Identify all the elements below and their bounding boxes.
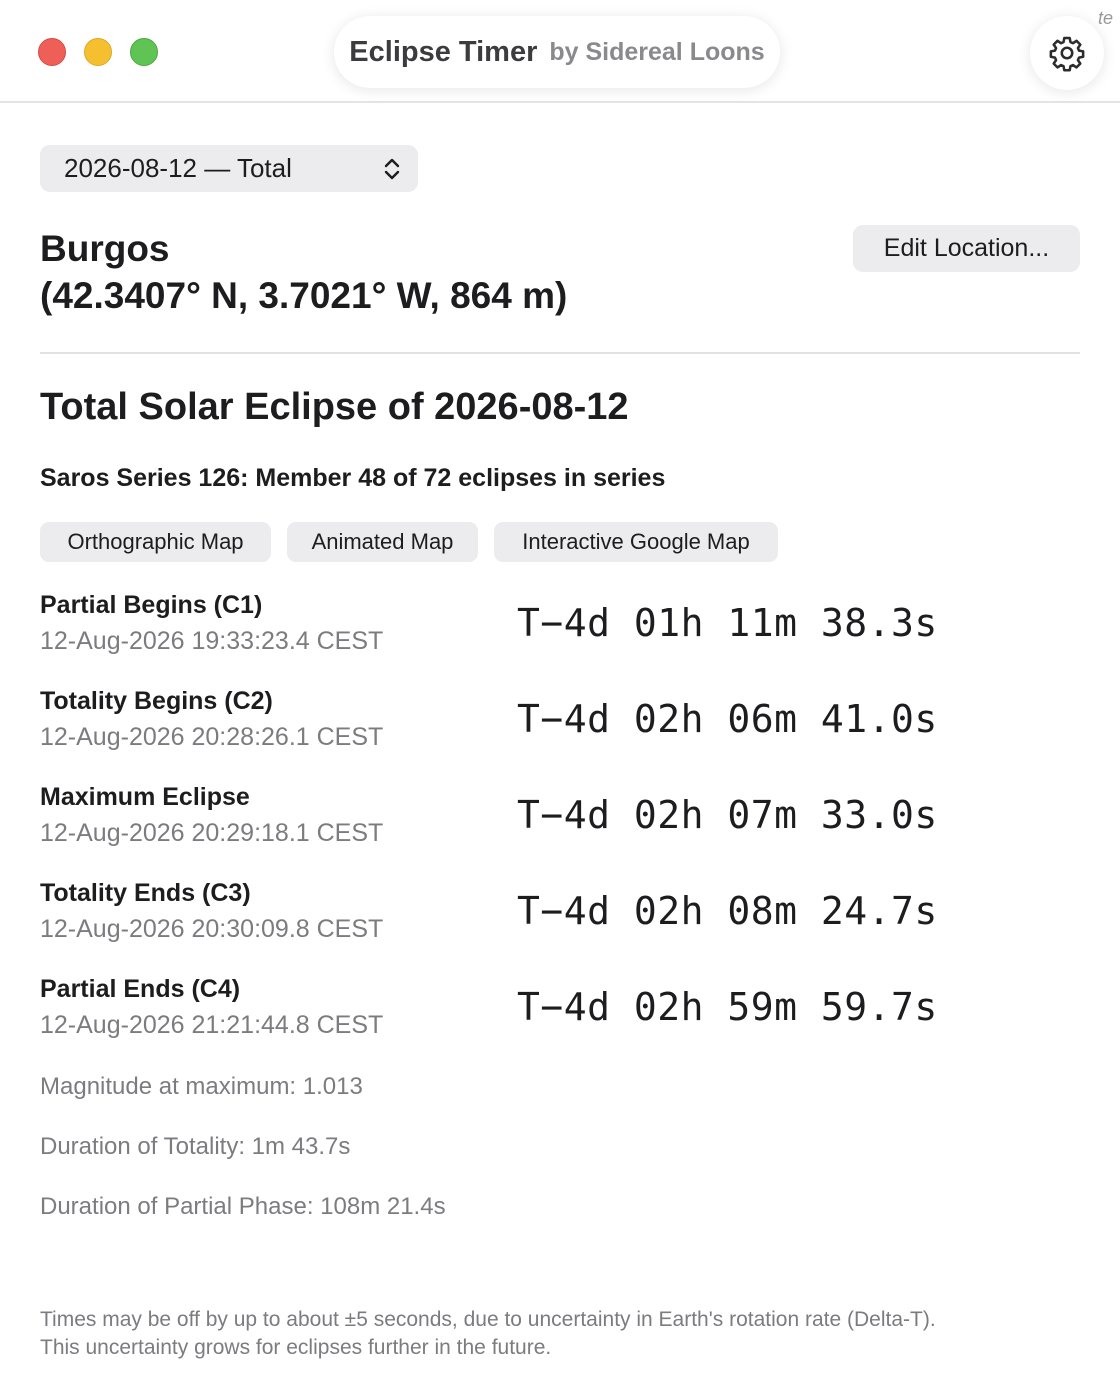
- edit-location-button[interactable]: Edit Location...: [853, 225, 1080, 272]
- event-countdown: T−4d 02h 07m 33.0s: [517, 793, 938, 837]
- animated-map-button[interactable]: Animated Map: [287, 522, 478, 562]
- location-coordinates: (42.3407° N, 3.7021° W, 864 m): [40, 275, 568, 316]
- close-window-button[interactable]: [38, 38, 66, 66]
- event-time: 12-Aug-2026 21:21:44.8 CEST: [40, 1011, 384, 1039]
- eclipse-title: Total Solar Eclipse of 2026-08-12: [40, 386, 629, 428]
- location-name: Burgos: [40, 228, 170, 269]
- footnote: Times may be off by up to about ±5 secon…: [40, 1306, 1080, 1362]
- event-row: Partial Begins (C1) 12-Aug-2026 19:33:23…: [40, 591, 1080, 671]
- magnitude-stat: Magnitude at maximum: 1.013: [40, 1073, 363, 1100]
- event-countdown: T−4d 02h 08m 24.7s: [517, 889, 938, 933]
- google-map-button[interactable]: Interactive Google Map: [494, 522, 778, 562]
- title-bar: Eclipse Timer by Sidereal Loons te: [0, 0, 1120, 103]
- settings-button[interactable]: [1030, 16, 1104, 90]
- gear-icon: [1049, 36, 1085, 72]
- totality-duration-stat: Duration of Totality: 1m 43.7s: [40, 1133, 351, 1160]
- event-time: 12-Aug-2026 20:29:18.1 CEST: [40, 819, 384, 847]
- event-name: Maximum Eclipse: [40, 783, 250, 811]
- app-subtitle: by Sidereal Loons: [549, 37, 765, 66]
- event-time: 12-Aug-2026 20:28:26.1 CEST: [40, 723, 384, 751]
- footnote-line: This uncertainty grows for eclipses furt…: [40, 1336, 552, 1359]
- event-countdown: T−4d 02h 59m 59.7s: [517, 985, 938, 1029]
- event-row: Partial Ends (C4) 12-Aug-2026 21:21:44.8…: [40, 975, 1080, 1055]
- maximize-window-button[interactable]: [130, 38, 158, 66]
- orthographic-map-button[interactable]: Orthographic Map: [40, 522, 271, 562]
- event-countdown: T−4d 02h 06m 41.0s: [517, 697, 938, 741]
- event-row: Totality Begins (C2) 12-Aug-2026 20:28:2…: [40, 687, 1080, 767]
- background-window-text: te: [1098, 8, 1114, 28]
- window-title: Eclipse Timer by Sidereal Loons: [334, 16, 780, 88]
- eclipse-select[interactable]: 2026-08-12 — Total: [40, 145, 418, 192]
- event-time: 12-Aug-2026 19:33:23.4 CEST: [40, 627, 384, 655]
- event-countdown: T−4d 01h 11m 38.3s: [517, 601, 938, 645]
- event-name: Partial Ends (C4): [40, 975, 241, 1003]
- event-row: Totality Ends (C3) 12-Aug-2026 20:30:09.…: [40, 879, 1080, 959]
- partial-duration-stat: Duration of Partial Phase: 108m 21.4s: [40, 1193, 446, 1220]
- chevron-updown-icon: [384, 158, 400, 180]
- app-window: Eclipse Timer by Sidereal Loons te 2026-…: [0, 0, 1120, 1400]
- saros-series: Saros Series 126: Member 48 of 72 eclips…: [40, 464, 666, 492]
- event-name: Totality Ends (C3): [40, 879, 251, 907]
- section-divider: [40, 352, 1080, 354]
- event-name: Totality Begins (C2): [40, 687, 273, 715]
- event-name: Partial Begins (C1): [40, 591, 263, 619]
- event-time: 12-Aug-2026 20:30:09.8 CEST: [40, 915, 384, 943]
- eclipse-select-value: 2026-08-12 — Total: [64, 153, 292, 183]
- event-row: Maximum Eclipse 12-Aug-2026 20:29:18.1 C…: [40, 783, 1080, 863]
- footnote-line: Times may be off by up to about ±5 secon…: [40, 1308, 936, 1331]
- app-title: Eclipse Timer: [349, 35, 538, 68]
- minimize-window-button[interactable]: [84, 38, 112, 66]
